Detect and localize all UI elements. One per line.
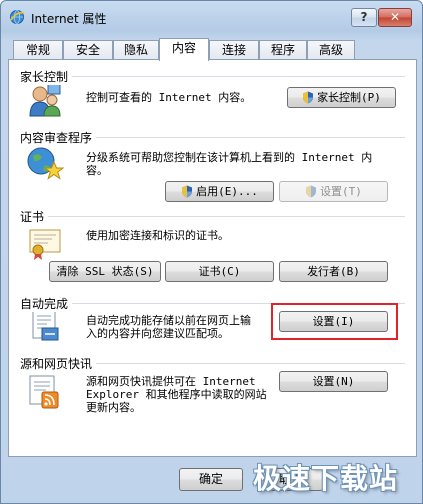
certificates-button[interactable]: 证书(C): [165, 261, 274, 282]
content-advisor-description-line1: 分级系统可帮助您控制在该计算机上看到的 Internet 内: [86, 151, 373, 164]
tab-strip: 常规 安全 隐私 内容 连接 程序 高级: [8, 38, 417, 61]
internet-explorer-icon: [10, 10, 25, 24]
uac-shield-icon: [303, 91, 314, 104]
feeds-description-line1: 源和网页快讯提供可在 Internet: [86, 375, 256, 388]
parental-description: 控制可查看的 Internet 内容。: [86, 91, 252, 104]
parental-control-icon: [29, 83, 61, 117]
internet-options-window: Internet 属性 ? ✕ 常规 安全 隐私 内容 连接 程序 高级 家长控…: [0, 0, 423, 504]
tab-connections[interactable]: 连接: [209, 40, 259, 60]
tab-content[interactable]: 内容: [159, 38, 209, 61]
help-button[interactable]: ?: [351, 8, 377, 27]
enable-content-advisor-button[interactable]: 启用(E)...: [165, 181, 274, 202]
uac-shield-icon: [182, 185, 193, 198]
feeds-description-line3: 更新内容。: [86, 401, 141, 414]
autocomplete-heading: 自动完成: [20, 295, 73, 312]
tab-security[interactable]: 安全: [63, 40, 113, 60]
certificates-description: 使用加密连接和标识的证书。: [86, 229, 229, 242]
publishers-button[interactable]: 发行者(B): [279, 261, 388, 282]
feeds-settings-button[interactable]: 设置(N): [279, 371, 388, 392]
feeds-description-line2: Explorer 和其他程序中读取的网站: [86, 388, 267, 401]
parental-controls-button[interactable]: 家长控制(P): [287, 87, 396, 108]
content-advisor-icon: [27, 147, 64, 180]
enable-button-label: 启用(E)...: [196, 185, 258, 198]
divider: [20, 76, 405, 77]
close-button[interactable]: ✕: [378, 8, 412, 27]
tab-general[interactable]: 常规: [13, 40, 63, 60]
rss-feed-icon: [29, 375, 59, 409]
content-tab-panel: 家长控制 控制可查看的 Internet 内容。 家长控制(P) 内容审查程序 …: [8, 59, 417, 457]
parental-controls-heading: 家长控制: [20, 68, 73, 85]
divider: [20, 216, 405, 217]
content-advisor-description-line2: 容。: [86, 164, 108, 177]
clear-ssl-state-button[interactable]: 清除 SSL 状态(S): [49, 261, 161, 282]
autocomplete-description-line2: 入的内容并向您建议匹配项。: [86, 327, 229, 340]
tab-advanced[interactable]: 高级: [307, 40, 355, 60]
content-advisor-settings-button[interactable]: 设置(T): [279, 181, 388, 202]
content-advisor-heading: 内容审查程序: [20, 129, 97, 146]
content-advisor-settings-label: 设置(T): [320, 185, 362, 198]
uac-shield-icon: [306, 185, 317, 198]
certificate-icon: [29, 229, 61, 260]
parental-controls-button-label: 家长控制(P): [317, 91, 381, 104]
window-title: Internet 属性: [31, 12, 107, 26]
certificates-heading: 证书: [20, 208, 49, 225]
autocomplete-description-line1: 自动完成功能存储以前在网页上输: [86, 314, 251, 327]
tab-privacy[interactable]: 隐私: [113, 40, 159, 60]
feeds-heading: 源和网页快讯: [20, 355, 97, 372]
highlight-box: [271, 303, 398, 340]
ok-button[interactable]: 确定: [179, 468, 243, 491]
title-bar[interactable]: Internet 属性 ? ✕: [1, 1, 422, 31]
tab-programs[interactable]: 程序: [259, 40, 307, 60]
watermark: 极速下载站: [253, 462, 399, 495]
